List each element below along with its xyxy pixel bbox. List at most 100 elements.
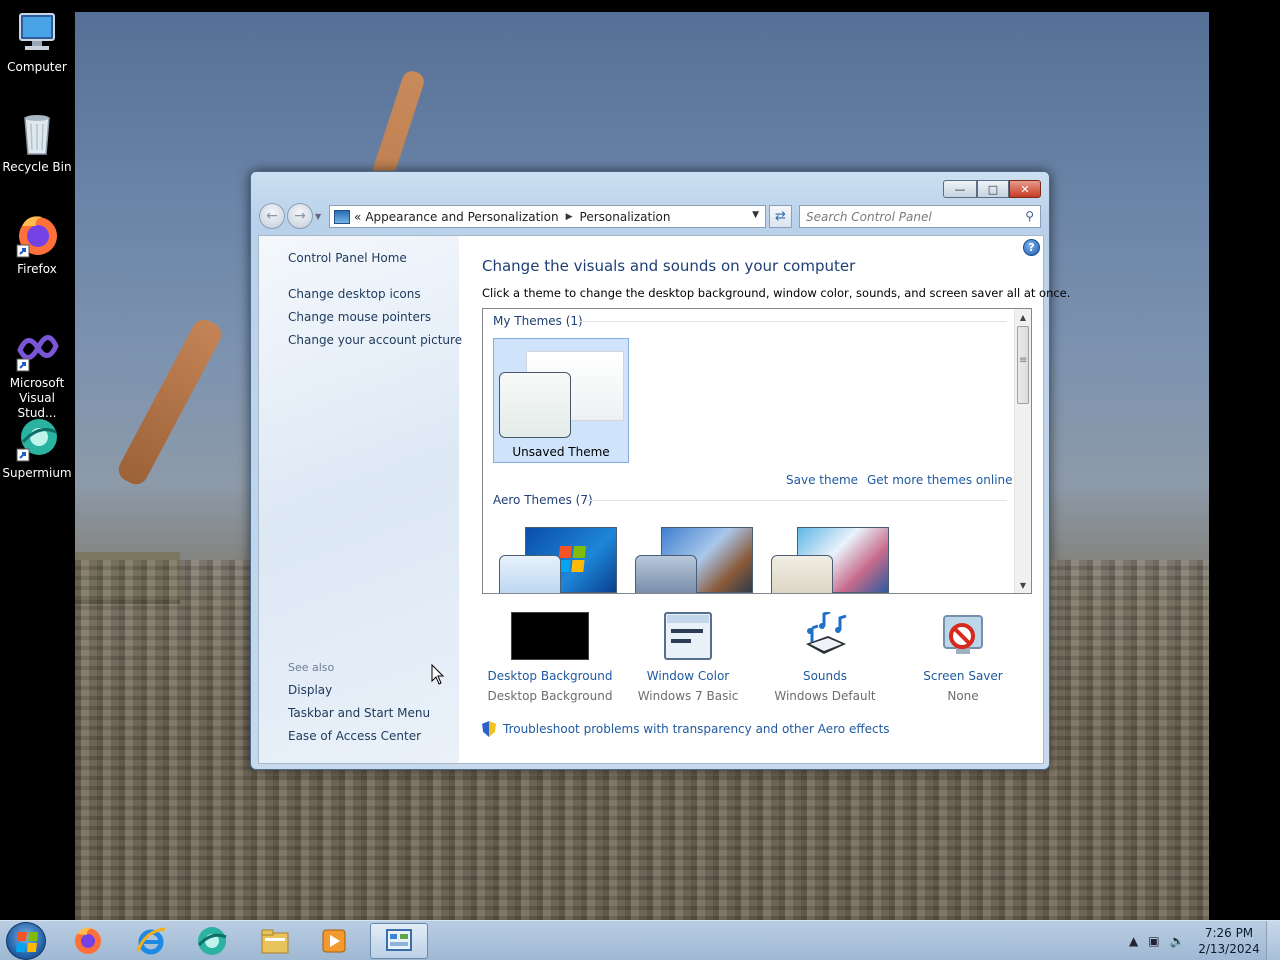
- network-icon[interactable]: ▣: [1148, 934, 1159, 948]
- navigation-buttons: ← → ▼: [259, 203, 325, 229]
- control-panel-home-link[interactable]: Control Panel Home: [288, 251, 407, 265]
- troubleshoot-link[interactable]: Troubleshoot problems with transparency …: [503, 722, 890, 736]
- change-desktop-icons-link[interactable]: Change desktop icons: [288, 287, 421, 301]
- desktop-icon-label: Firefox: [17, 262, 57, 276]
- supermium-icon: [14, 416, 60, 462]
- forward-arrow-icon: →: [294, 208, 306, 224]
- ease-of-access-link[interactable]: Ease of Access Center: [288, 729, 421, 743]
- desktop-icon-computer[interactable]: Computer: [0, 10, 74, 75]
- show-desktop-button[interactable]: [1266, 921, 1280, 960]
- firefox-icon: [75, 927, 101, 954]
- taskbar-control-panel[interactable]: [370, 923, 428, 959]
- volume-muted-icon[interactable]: 🔈: [1170, 934, 1185, 948]
- desktop-icon-label: Recycle Bin: [2, 160, 72, 174]
- scrollbar-thumb[interactable]: [1017, 326, 1029, 404]
- help-button[interactable]: ?: [1023, 239, 1040, 256]
- show-hidden-icons-icon[interactable]: ▲: [1129, 934, 1138, 948]
- theme-preview-window: [499, 372, 571, 438]
- desktop-icon-label: Microsoft Visual Stud...: [9, 376, 65, 420]
- desktop-icon-visual-studio[interactable]: Microsoft Visual Stud...: [0, 326, 74, 421]
- system-clock[interactable]: 7:26 PM 2/13/2024: [1196, 925, 1262, 957]
- aero-themes-heading: Aero Themes (7): [493, 493, 593, 507]
- content-area: Control Panel Home Change desktop icons …: [258, 235, 1070, 764]
- theme-preview-window: [499, 555, 561, 593]
- desktop-icon-supermium[interactable]: Supermium: [0, 416, 74, 481]
- troubleshoot-row[interactable]: Troubleshoot problems with transparency …: [482, 721, 890, 737]
- taskbar-start-menu-link[interactable]: Taskbar and Start Menu: [288, 706, 430, 720]
- forward-button[interactable]: →: [287, 203, 313, 229]
- theme-tile-architecture[interactable]: [633, 521, 757, 593]
- shield-icon: [482, 721, 496, 737]
- windows-logo-icon: [15, 932, 39, 952]
- desktop-background-link[interactable]: Desktop Background: [485, 669, 615, 683]
- refresh-button[interactable]: ⇄: [769, 205, 792, 228]
- display-link[interactable]: Display: [288, 683, 332, 697]
- window-color-option[interactable]: Window Color Windows 7 Basic: [623, 612, 753, 703]
- change-account-picture-link[interactable]: Change your account picture: [288, 333, 462, 347]
- computer-icon: [14, 10, 60, 56]
- desktop-icon-label: Computer: [7, 60, 67, 74]
- themes-scrollbar[interactable]: ▲ ▼: [1014, 309, 1031, 593]
- window-color-link[interactable]: Window Color: [623, 669, 753, 683]
- start-button[interactable]: [6, 922, 46, 960]
- desktop-icon-firefox[interactable]: Firefox: [0, 212, 74, 277]
- visual-studio-icon: [14, 326, 60, 372]
- supermium-icon: [197, 927, 227, 955]
- my-themes-heading: My Themes (1): [493, 314, 583, 328]
- change-mouse-pointers-link[interactable]: Change mouse pointers: [288, 310, 431, 324]
- theme-tile-characters[interactable]: [769, 521, 893, 593]
- desktop-background-icon: [511, 612, 589, 662]
- screen-saver-value: None: [947, 689, 979, 703]
- taskbar-internet-explorer[interactable]: [123, 923, 179, 959]
- theme-name: Unsaved Theme: [512, 445, 610, 459]
- breadcrumb-appearance[interactable]: Appearance and Personalization: [365, 210, 558, 224]
- theme-tile-unsaved[interactable]: Unsaved Theme: [493, 338, 629, 463]
- sounds-icon: [798, 610, 852, 662]
- taskbar-firefox[interactable]: [60, 923, 116, 959]
- recent-pages-dropdown[interactable]: ▼: [315, 203, 325, 229]
- search-box[interactable]: ⚲: [799, 205, 1041, 228]
- see-also-heading: See also: [288, 661, 335, 674]
- desktop-icon-recycle-bin[interactable]: Recycle Bin: [0, 110, 74, 175]
- group-divider: [587, 500, 1007, 501]
- address-dropdown-icon[interactable]: ▼: [752, 210, 759, 220]
- system-tray: ▲ ▣ 🔈: [1124, 921, 1190, 960]
- search-icon[interactable]: ⚲: [1025, 209, 1034, 223]
- scroll-up-icon[interactable]: ▲: [1015, 309, 1031, 325]
- back-button[interactable]: ←: [259, 203, 285, 229]
- personalization-window: — □ ✕ ← → ▼ « Appearance and Personaliza…: [250, 171, 1070, 770]
- firefox-icon: [14, 212, 60, 258]
- mouse-cursor-icon: [431, 664, 445, 685]
- themes-list[interactable]: My Themes (1) Unsaved Theme Save theme G…: [482, 308, 1032, 594]
- address-prefix[interactable]: «: [354, 210, 361, 224]
- scroll-down-icon[interactable]: ▼: [1015, 577, 1031, 593]
- screen-saver-option[interactable]: Screen Saver None: [898, 612, 1028, 703]
- screen-saver-link[interactable]: Screen Saver: [898, 669, 1028, 683]
- address-bar[interactable]: « Appearance and Personalization ▶ Perso…: [329, 205, 766, 228]
- maximize-button[interactable]: □: [977, 180, 1009, 198]
- get-more-themes-link[interactable]: Get more themes online: [867, 473, 1013, 487]
- taskbar-supermium[interactable]: [184, 923, 240, 959]
- breadcrumb-personalization[interactable]: Personalization: [580, 210, 671, 224]
- search-input[interactable]: [806, 209, 1016, 224]
- sounds-link[interactable]: Sounds: [760, 669, 890, 683]
- save-theme-link[interactable]: Save theme: [786, 473, 858, 487]
- close-button[interactable]: ✕: [1009, 180, 1041, 198]
- recycle-bin-icon: [14, 110, 60, 156]
- theme-tile-windows-7[interactable]: [497, 521, 621, 593]
- theme-preview-window: [635, 555, 697, 593]
- window-color-value: Windows 7 Basic: [637, 689, 739, 703]
- desktop-icon-label: Supermium: [2, 466, 72, 480]
- taskbar-file-explorer[interactable]: [247, 923, 303, 959]
- desktop-background-option[interactable]: Desktop Background Desktop Background: [485, 612, 615, 703]
- minimize-button[interactable]: —: [943, 180, 977, 198]
- breadcrumb-separator-icon[interactable]: ▶: [566, 212, 573, 222]
- theme-preview-window: [771, 555, 833, 593]
- page-title: Change the visuals and sounds on your co…: [482, 257, 856, 275]
- sounds-value: Windows Default: [774, 689, 876, 703]
- clock-time: 7:26 PM: [1204, 926, 1254, 940]
- window-color-icon: [661, 612, 715, 662]
- sounds-option[interactable]: Sounds Windows Default: [760, 610, 890, 703]
- taskbar-media-player[interactable]: [306, 923, 362, 959]
- window-controls: — □ ✕: [943, 180, 1041, 198]
